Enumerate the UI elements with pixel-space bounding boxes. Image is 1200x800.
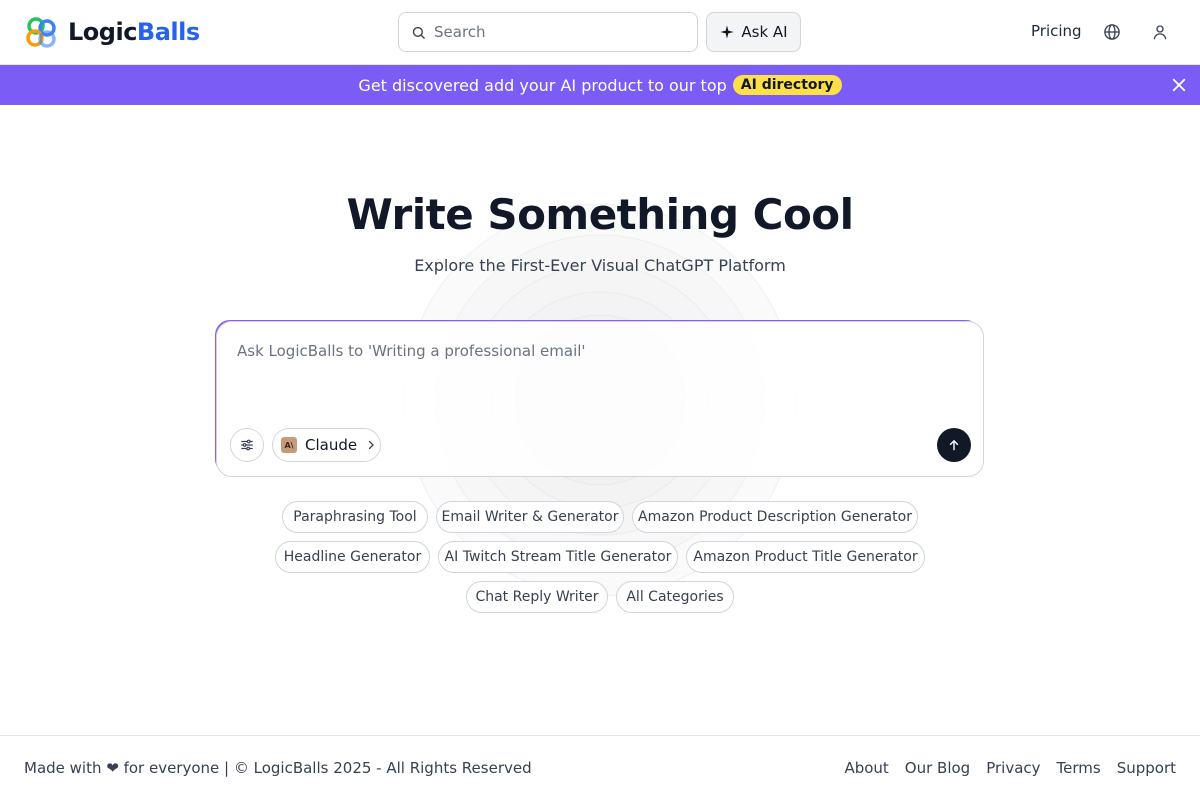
chip-twitch-title-generator[interactable]: AI Twitch Stream Title Generator (438, 541, 678, 573)
prompt-input[interactable] (237, 342, 957, 402)
chip-amazon-product-description[interactable]: Amazon Product Description Generator (632, 501, 918, 533)
send-button[interactable] (937, 428, 971, 462)
logo-icon (26, 17, 56, 48)
footer-link-support[interactable]: Support (1117, 759, 1176, 777)
model-selector[interactable]: A\ Claude (272, 428, 381, 462)
top-navbar: LogicBalls Ask AI Pricing (0, 0, 1200, 65)
search-box[interactable] (398, 12, 698, 52)
ask-ai-label: Ask AI (741, 23, 788, 41)
logo-text: LogicBalls (68, 18, 200, 46)
claude-icon: A\ (281, 437, 297, 453)
globe-icon[interactable] (1103, 23, 1121, 41)
footer-link-privacy[interactable]: Privacy (986, 759, 1040, 777)
close-icon[interactable] (1170, 76, 1188, 94)
chip-headline-generator[interactable]: Headline Generator (275, 541, 430, 573)
search-icon (412, 26, 425, 39)
ai-directory-badge[interactable]: AI directory (732, 75, 842, 95)
banner-text: Get discovered add your AI product to ou… (358, 75, 727, 95)
footer-link-terms[interactable]: Terms (1057, 759, 1101, 777)
arrow-up-icon (949, 440, 959, 451)
logo-text-logic: Logic (68, 18, 137, 46)
footer-copyright: Made with ❤ for everyone | © LogicBalls … (24, 759, 532, 777)
footer-link-about[interactable]: About (844, 759, 888, 777)
promo-banner: Get discovered add your AI product to ou… (0, 65, 1200, 105)
chip-chat-reply-writer[interactable]: Chat Reply Writer (466, 581, 608, 613)
logo-text-balls: Balls (136, 18, 200, 46)
chevron-right-icon (368, 440, 374, 450)
model-label: Claude (305, 436, 358, 454)
page-subtitle: Explore the First-Ever Visual ChatGPT Pl… (414, 256, 786, 275)
settings-button[interactable] (230, 428, 264, 462)
chip-amazon-product-title[interactable]: Amazon Product Title Generator (686, 541, 925, 573)
user-icon[interactable] (1151, 23, 1169, 41)
chip-paraphrasing-tool[interactable]: Paraphrasing Tool (282, 501, 428, 533)
ask-ai-button[interactable]: Ask AI (706, 12, 801, 52)
footer: Made with ❤ for everyone | © LogicBalls … (0, 735, 1200, 800)
search-input[interactable] (434, 23, 674, 41)
chip-email-writer[interactable]: Email Writer & Generator (436, 501, 624, 533)
logo[interactable]: LogicBalls (24, 14, 200, 50)
sliders-icon (241, 439, 253, 451)
footer-links: About Our Blog Privacy Terms Support (844, 759, 1176, 777)
pricing-link[interactable]: Pricing (1031, 22, 1082, 40)
prompt-box: A\ Claude (216, 321, 984, 477)
sparkle-icon (720, 25, 735, 39)
page-title: Write Something Cool (346, 190, 854, 239)
chip-all-categories[interactable]: All Categories (616, 581, 734, 613)
footer-link-blog[interactable]: Our Blog (905, 759, 970, 777)
